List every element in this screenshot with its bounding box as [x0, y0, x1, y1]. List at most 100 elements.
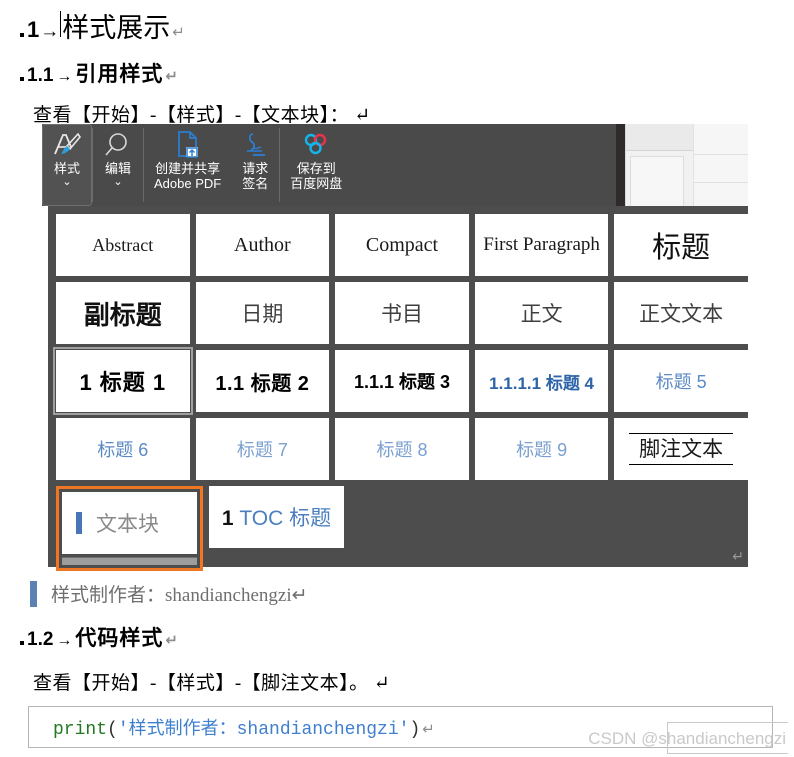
style-tile-label: 标题 8 [376, 440, 428, 460]
document-page-preview-1 [625, 124, 694, 206]
ribbon-label-baidu-line1: 保存到 [296, 161, 336, 176]
page-header-strip [626, 124, 694, 151]
style-tile-label: 标题 7 [236, 440, 288, 460]
gallery-row: 副标题 日期 书目 正文 正文文本 [56, 282, 748, 344]
page-rule [694, 154, 748, 155]
heading-2-text-a: 引用样式 [75, 63, 164, 86]
ribbon-button-create-share-pdf[interactable]: 创建并共享 Adobe PDF [144, 124, 231, 206]
gallery-row: 标题 6 标题 7 标题 8 标题 9 脚注文本 [56, 418, 748, 480]
style-tile-text-block-selection[interactable]: 文本块 [56, 486, 203, 571]
code-function-name: print [53, 720, 108, 740]
style-tile-abstract[interactable]: Abstract [56, 214, 190, 276]
style-tile-heading-3[interactable]: 1.1.1 标题 3 [335, 350, 469, 412]
style-tile-label: 书目 [380, 302, 423, 326]
style-tile-title[interactable]: 标题 [614, 214, 748, 276]
code-close-paren: ) [409, 720, 421, 740]
ribbon-button-save-to-baidu[interactable]: 保存到 百度网盘 [280, 124, 352, 206]
paragraph-bullet-icon [20, 33, 24, 37]
style-tile-label: 1 TOC 标题 [222, 502, 331, 532]
body-text-b: 查看【开始】-【样式】-【脚注文本】。 ↵ [33, 673, 391, 694]
body-text-a: 查看【开始】-【样式】-【文本块】： ↵ [33, 105, 371, 126]
style-tile-toc-heading-1[interactable]: 1 TOC 标题 [209, 486, 344, 548]
text-cursor [60, 11, 62, 37]
quote-text: 样式制作者：shandianchengzi↵ [51, 585, 308, 606]
baidu-cloud-icon [301, 129, 331, 161]
style-tile-subtitle[interactable]: 副标题 [56, 282, 190, 344]
style-tile-label: 标题 9 [516, 440, 568, 460]
paragraph-mark-icon: ↵ [172, 23, 185, 41]
heading-1-line: 1 → 样式展示 ↵ [20, 6, 185, 45]
ribbon-button-editing[interactable]: 编辑 ⌄ [93, 124, 143, 206]
style-tile-label: 日期 [241, 302, 284, 326]
style-tile-first-paragraph[interactable]: First Paragraph [474, 214, 609, 276]
style-tile-label: 1.1 标题 2 [215, 372, 310, 395]
code-string-literal: '样式制作者：shandianchengzi' [117, 720, 410, 740]
heading-2-number-b: 1.2 [27, 629, 54, 650]
style-tile-label: 脚注文本 [629, 433, 734, 465]
style-tile-heading-1[interactable]: 1 标题 1 [53, 347, 193, 415]
style-tile-heading-7[interactable]: 标题 7 [195, 418, 330, 480]
toc-number: 1 [221, 507, 234, 530]
style-tile-label: 文本块 [96, 512, 159, 536]
ribbon-label-pdf-line2: Adobe PDF [154, 176, 222, 191]
style-tile-date[interactable]: 日期 [195, 282, 330, 344]
code-open-paren: ( [107, 720, 118, 740]
tab-arrow-icon: → [40, 21, 60, 42]
style-tile-text-block[interactable]: 文本块 [62, 492, 197, 554]
style-tile-body[interactable]: 正文 [474, 282, 609, 344]
style-tile-label: 标题 6 [97, 440, 149, 460]
heading-1-text: 样式展示 [62, 13, 171, 43]
signature-icon [241, 129, 269, 161]
style-tile-compact[interactable]: Compact [335, 214, 469, 276]
style-tile-label: 1 标题 1 [79, 370, 167, 395]
style-tile-heading-2[interactable]: 1.1 标题 2 [195, 350, 330, 412]
style-tile-heading-4[interactable]: 1.1.1.1 标题 4 [474, 350, 609, 412]
ribbon-label-signature-line1: 请求 [242, 161, 269, 176]
ribbon-button-request-signature[interactable]: 请求 签名 [231, 124, 279, 206]
chevron-down-icon[interactable]: ⌄ [113, 177, 122, 188]
heading-1-number: 1 [27, 17, 40, 42]
style-gallery-dropdown: Abstract Author Compact First Paragraph … [48, 206, 748, 571]
ribbon-button-group: 样式 ⌄ 编辑 ⌄ 创建并共享 Adobe PDF 请求 签名 保存到 百度网盘 [42, 124, 352, 206]
style-tile-author[interactable]: Author [195, 214, 330, 276]
quote-block: 样式制作者：shandianchengzi↵ [30, 580, 308, 607]
style-tile-heading-6[interactable]: 标题 6 [56, 418, 190, 480]
style-tile-label: Abstract [92, 234, 154, 255]
tab-arrow-icon: → [56, 68, 73, 85]
ribbon-label-pdf-line1: 创建并共享 [155, 161, 221, 176]
tab-arrow-icon: → [56, 632, 73, 649]
ribbon-label-baidu-line2: 百度网盘 [290, 176, 343, 191]
code-line: print('样式制作者：shandianchengzi') ↵ [53, 714, 435, 740]
style-tile-label: 标题 5 [655, 372, 707, 392]
paragraph-mark-icon: ↵ [732, 549, 744, 565]
style-tile-heading-8[interactable]: 标题 8 [335, 418, 469, 480]
ribbon-label-styles: 样式 [53, 161, 80, 176]
embedded-screenshot: 样式 ⌄ 编辑 ⌄ 创建并共享 Adobe PDF 请求 签名 保存到 百度网盘… [42, 124, 748, 571]
csdn-watermark: CSDN @shandianchengzi [588, 729, 786, 748]
style-tile-label: First Paragraph [483, 234, 600, 255]
gallery-row-last: 文本块 1 TOC 标题 [56, 486, 748, 571]
paragraph-mark-icon: ↵ [422, 720, 435, 738]
style-tile-heading-5[interactable]: 标题 5 [614, 350, 748, 412]
style-tile-label: Author [234, 233, 291, 256]
style-tile-label: 正文 [520, 302, 563, 326]
style-tile-label: 标题 [652, 232, 711, 264]
style-tile-bibliography[interactable]: 书目 [335, 282, 469, 344]
heading-2-line-b: 1.2 → 代码样式 ↵ [20, 622, 178, 652]
gallery-scroll-indicator[interactable] [62, 557, 197, 565]
ribbon-label-signature-line2: 签名 [242, 176, 269, 191]
style-tile-label: 正文文本 [639, 302, 724, 326]
ribbon-button-styles[interactable]: 样式 ⌄ [42, 124, 92, 206]
document-canvas: 1 → 样式展示 ↵ 1.1 → 引用样式 ↵ 查看【开始】-【样式】-【文本块】： ↵ [0, 0, 794, 757]
style-tile-label: 1.1.1 标题 3 [353, 372, 450, 392]
chevron-down-icon[interactable]: ⌄ [62, 177, 71, 188]
style-brush-icon [52, 129, 82, 161]
style-tile-heading-9[interactable]: 标题 9 [474, 418, 609, 480]
heading-2-line-a: 1.1 → 引用样式 ↵ [20, 58, 178, 88]
style-tile-body-text[interactable]: 正文文本 [614, 282, 748, 344]
style-tile-label: Compact [365, 233, 439, 256]
gallery-row: 1 标题 1 1.1 标题 2 1.1.1 标题 3 1.1.1.1 标题 4 … [53, 347, 748, 415]
toc-text: TOC 标题 [239, 507, 332, 530]
style-tile-footnote-text[interactable]: 脚注文本 [614, 418, 748, 480]
paragraph-mark-icon: ↵ [165, 67, 178, 85]
